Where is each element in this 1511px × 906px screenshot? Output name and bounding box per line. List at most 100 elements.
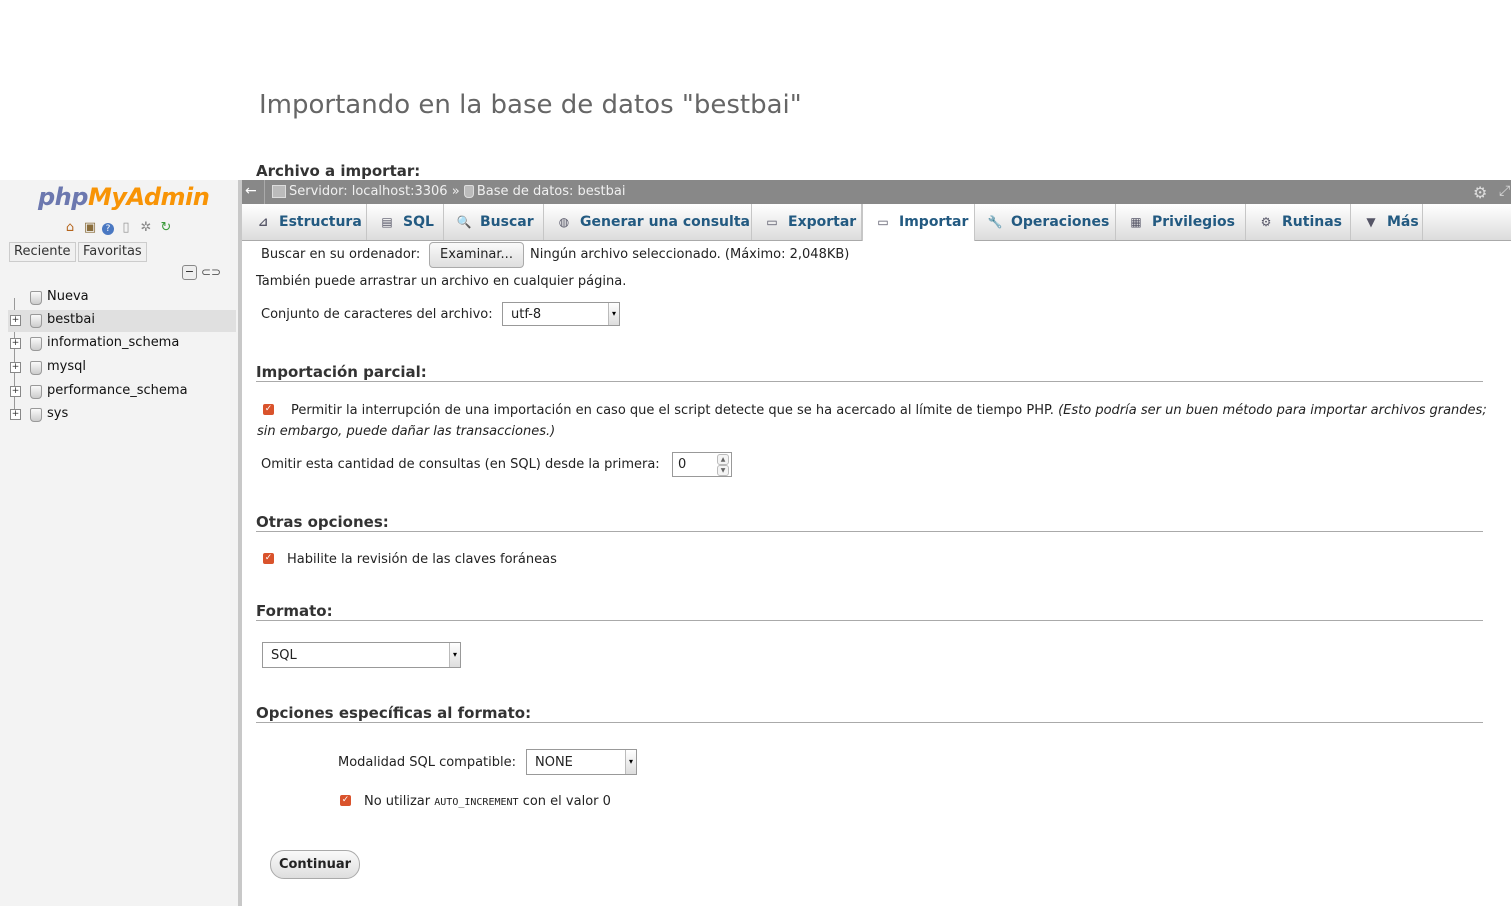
allow-interrupt-label: Permitir la interrupción de una importac… <box>291 403 1487 418</box>
tree-item-Nueva[interactable]: Nueva <box>8 287 236 309</box>
favorite-tables-tab[interactable]: Favoritas <box>78 242 147 262</box>
tab-importar[interactable]: ▭ Importar <box>862 204 975 241</box>
tab-privilegios[interactable]: ▦ Privilegios <box>1116 204 1246 240</box>
docs-icon[interactable]: ▯ <box>118 220 134 236</box>
expand-icon[interactable]: + <box>10 409 21 420</box>
tree-item-mysql[interactable]: + mysql <box>8 357 236 379</box>
back-arrow-icon[interactable]: ← <box>245 183 261 199</box>
other-options-title: Otras opciones: <box>256 513 389 531</box>
section-divider <box>256 381 1483 382</box>
continue-button[interactable]: Continuar <box>270 850 360 879</box>
tree-item-label: bestbai <box>47 312 95 327</box>
sql-icon: ▤ <box>381 215 393 229</box>
link-with-main-panel-icon[interactable]: ⊂⊃ <box>201 265 221 279</box>
expand-icon[interactable]: + <box>10 315 21 326</box>
expand-icon[interactable]: + <box>10 386 21 397</box>
foreign-key-label: Habilite la revisión de las claves forán… <box>287 552 557 567</box>
logo-my: My <box>87 183 127 211</box>
tree-item-label: mysql <box>47 359 86 374</box>
database-icon <box>30 337 42 351</box>
chevron-down-icon: ▾ <box>449 643 460 667</box>
database-icon <box>463 185 474 198</box>
expand-icon[interactable]: + <box>10 362 21 373</box>
tab-operaciones[interactable]: 🔧 Operaciones <box>975 204 1116 240</box>
topbar-divider <box>264 180 265 204</box>
collapse-all-icon[interactable]: − <box>182 265 197 280</box>
logo-php: php <box>38 183 88 211</box>
settings-icon[interactable]: ✲ <box>138 220 154 236</box>
partial-import-title: Importación parcial: <box>256 363 427 381</box>
charset-value: utf-8 <box>511 307 542 322</box>
skip-queries-input[interactable]: 0 ▲ ▼ <box>672 452 732 477</box>
format-title: Formato: <box>256 602 333 620</box>
database-icon <box>30 361 42 375</box>
allow-interrupt-checkbox[interactable]: ✓ <box>263 404 274 415</box>
tab-label: Generar una consulta <box>580 214 750 230</box>
tree-item-label: Nueva <box>47 289 89 304</box>
help-icon[interactable]: ? <box>102 223 114 235</box>
tab-label: SQL <box>403 214 434 230</box>
format-select[interactable]: SQL ▾ <box>262 642 461 668</box>
tree-item-label: information_schema <box>47 335 180 350</box>
allow-interrupt-note-cont: sin embargo, puede dañar las transaccion… <box>257 424 556 439</box>
breadcrumb-database[interactable]: Base de datos: bestbai <box>477 184 626 199</box>
auto-increment-code: AUTO_INCREMENT <box>434 797 519 808</box>
sql-compat-label: Modalidad SQL compatible: <box>338 755 517 770</box>
query-icon: ◍ <box>558 215 570 229</box>
database-icon <box>30 408 42 422</box>
wrench-icon: 🔧 <box>987 215 1003 229</box>
tab-más[interactable]: ▼ Más <box>1351 204 1423 240</box>
allow-interrupt-text: Permitir la interrupción de una importac… <box>291 403 1054 418</box>
file-section-title: Archivo a importar: <box>256 162 421 180</box>
server-icon <box>272 185 286 198</box>
charset-label: Conjunto de caracteres del archivo: <box>261 307 493 322</box>
tab-sql[interactable]: ▤ SQL <box>367 204 444 240</box>
browse-file-button[interactable]: Examinar... <box>429 242 524 268</box>
sidebar-icon-row: ⌂ ▣? ▯ ✲ ↻ <box>62 220 178 236</box>
tree-item-information-schema[interactable]: + information_schema <box>8 333 236 355</box>
tab-buscar[interactable]: 🔍 Buscar <box>444 204 544 240</box>
sidebar-resize-handle[interactable] <box>238 180 242 906</box>
foreign-key-checkbox[interactable]: ✓ <box>263 553 274 564</box>
sql-compat-select[interactable]: NONE ▾ <box>526 749 637 775</box>
chevron-down-icon: ▼ <box>1366 215 1376 229</box>
phpmyadmin-logo[interactable]: phpMyAdmin <box>38 183 210 211</box>
tab-generar-una-consulta[interactable]: ◍ Generar una consulta <box>544 204 752 240</box>
tab-estructura[interactable]: ⊿ Estructura <box>243 204 367 240</box>
exit-icon[interactable]: ▣ <box>82 220 98 236</box>
tab-label: Estructura <box>279 214 362 230</box>
section-divider <box>256 722 1483 723</box>
breadcrumb: Servidor: localhost:3306 » Base de datos… <box>272 184 626 199</box>
fullscreen-icon[interactable]: ⤢ <box>1499 183 1510 199</box>
no-auto-increment-label: No utilizar AUTO_INCREMENT con el valor … <box>364 794 611 809</box>
tab-exportar[interactable]: ▭ Exportar <box>752 204 862 240</box>
new-database-icon <box>30 291 42 305</box>
breadcrumb-server[interactable]: Servidor: localhost:3306 <box>289 184 448 199</box>
tab-label: Exportar <box>788 214 857 230</box>
tab-label: Privilegios <box>1152 214 1235 230</box>
gear-icon[interactable]: ⚙ <box>1473 183 1487 202</box>
format-options-title: Opciones específicas al formato: <box>256 704 532 722</box>
reload-icon[interactable]: ↻ <box>158 220 174 236</box>
recent-tables-tab[interactable]: Reciente <box>9 242 76 262</box>
tab-rutinas[interactable]: ⚙ Rutinas <box>1246 204 1351 240</box>
no-auto-increment-checkbox[interactable]: ✓ <box>340 795 351 806</box>
browse-label: Buscar en su ordenador: <box>261 247 421 262</box>
section-divider <box>256 531 1483 532</box>
spin-down-icon[interactable]: ▼ <box>717 465 729 476</box>
charset-select[interactable]: utf-8 ▾ <box>502 302 620 326</box>
expand-icon[interactable]: + <box>10 338 21 349</box>
spin-up-icon[interactable]: ▲ <box>717 454 729 465</box>
tree-item-sys[interactable]: + sys <box>8 404 236 426</box>
tree-item-performance-schema[interactable]: + performance_schema <box>8 381 236 403</box>
tree-item-label: sys <box>47 406 69 421</box>
format-value: SQL <box>271 648 297 663</box>
sql-compat-value: NONE <box>535 755 573 770</box>
no-auto-post: con el valor 0 <box>522 794 611 809</box>
chevron-down-icon: ▾ <box>608 303 619 325</box>
home-icon[interactable]: ⌂ <box>62 220 78 236</box>
tree-item-bestbai[interactable]: + bestbai <box>8 310 236 332</box>
no-auto-pre: No utilizar <box>364 794 431 809</box>
page-title: Importando en la base de datos "bestbai" <box>259 90 802 120</box>
breadcrumb-separator: » <box>451 184 460 199</box>
